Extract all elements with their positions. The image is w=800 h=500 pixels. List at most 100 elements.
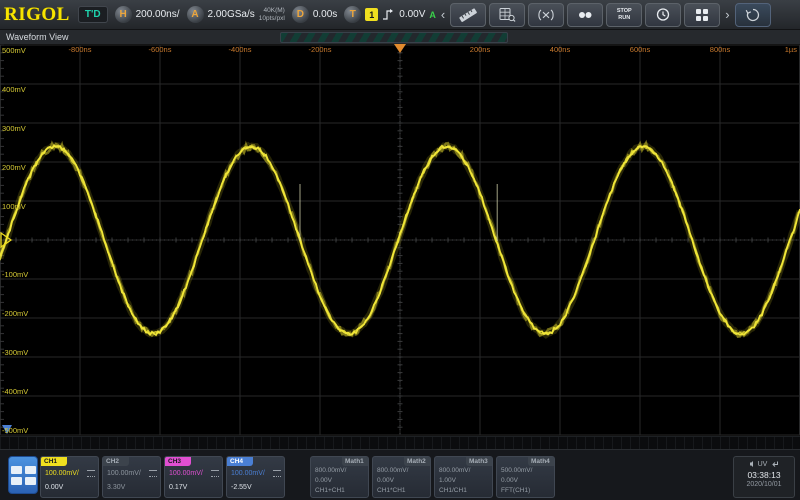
top-toolbar: RIGOL T'D H 200.00ns/ A 2.00GSa/s 40K(M)… <box>0 0 800 30</box>
xy-display-button[interactable] <box>528 3 564 27</box>
math3-tab: Math3 <box>466 457 492 466</box>
time-axis-label: 400ns <box>550 45 570 54</box>
bottom-status-bar: CH1 100.00mV/ 0.00V CH2 100.00mV/ 3.30V … <box>0 449 800 500</box>
time-axis-label: 200ns <box>470 45 490 54</box>
channel1-status-box[interactable]: CH1 100.00mV/ 0.00V <box>40 456 99 498</box>
time-axis-label: 800ns <box>710 45 730 54</box>
math2-scale: 800.00mV/ <box>377 467 408 474</box>
math3-status-box[interactable]: Math3 800.00mV/ 1.00V CH1/CH1 <box>434 456 493 498</box>
stop-run-label: STOPRUN <box>617 8 632 22</box>
volt-axis-label: -200mV <box>2 309 28 318</box>
channel1-tab: CH1 <box>41 457 67 466</box>
time-axis-label: -200ns <box>309 45 332 54</box>
channel2-status-box[interactable]: CH2 100.00mV/ 3.30V <box>102 456 161 498</box>
time-axis-label: -800ns <box>69 45 92 54</box>
measure-button[interactable] <box>450 3 486 27</box>
history-button[interactable] <box>645 3 681 27</box>
toolbar-scroll-left[interactable]: ‹ <box>439 8 447 21</box>
math1-tab: Math1 <box>342 457 368 466</box>
math3-offset: 1.00V <box>439 477 456 484</box>
trigger-level-value: 0.00V <box>399 9 425 20</box>
delay-value: 0.00s <box>313 9 337 20</box>
graticule-canvas <box>0 44 800 436</box>
volt-axis-label: -500mV <box>2 426 28 435</box>
acquisition-settings-button[interactable]: A 2.00GSa/s 40K(M)10pts/pxl <box>187 6 285 23</box>
math4-tab: Math4 <box>528 457 554 466</box>
channel3-tab: CH3 <box>165 457 191 466</box>
timebase-activity-strip <box>0 436 800 450</box>
volt-axis-label: -300mV <box>2 348 28 357</box>
channel4-status-box[interactable]: CH4 100.00mV/ -2.55V <box>226 456 285 498</box>
volume-icon <box>749 460 754 468</box>
xy-display-icon <box>536 8 556 22</box>
datetime-notification-box[interactable]: UV 03:38:13 2020/10/01 <box>733 456 795 498</box>
dual-trace-button[interactable] <box>567 3 603 27</box>
window-layout-button[interactable] <box>8 456 38 494</box>
measure-icon <box>458 8 478 22</box>
channel3-scale: 100.00mV/ <box>169 470 203 477</box>
sample-rate-value: 2.00GSa/s <box>208 9 255 20</box>
channel4-scale: 100.00mV/ <box>231 470 265 477</box>
math4-operation: FFT(CH1) <box>501 487 530 494</box>
clock-date: 2020/10/01 <box>734 481 794 488</box>
time-axis-label: 600ns <box>630 45 650 54</box>
channel3-status-box[interactable]: CH3 100.00mV/ 0.17V <box>164 456 223 498</box>
volt-axis-label: 100mV <box>2 202 26 211</box>
time-axis-label: -600ns <box>149 45 172 54</box>
timebase-value: 200.00ns/ <box>136 9 180 20</box>
time-axis-label: 1µs <box>785 45 797 54</box>
trigger-settings-button[interactable]: T 1 0.00V A <box>344 6 436 23</box>
math1-operation: CH1+CH1 <box>315 487 345 494</box>
delay-knob-icon: D <box>292 6 309 23</box>
delay-settings-button[interactable]: D 0.00s <box>292 6 337 23</box>
dual-trace-icon <box>575 8 595 22</box>
channel1-scale: 100.00mV/ <box>45 470 79 477</box>
waveform-display-area[interactable]: -800ns -600ns -400ns -200ns 200ns 400ns 600ns 8… <box>0 44 800 436</box>
uv-indicator: UV <box>758 461 768 468</box>
toolbar-scroll-right[interactable]: › <box>723 8 731 21</box>
memory-depth-value: 40K(M)10pts/pxl <box>259 7 285 23</box>
volt-axis-label: 300mV <box>2 124 26 133</box>
coupling-icon <box>87 470 95 477</box>
tab-waveform-view[interactable]: Waveform View <box>6 32 69 42</box>
memory-position-indicator[interactable] <box>280 32 508 43</box>
math4-scale: 500.00mV/ <box>501 467 532 474</box>
channel4-tab: CH4 <box>227 457 253 466</box>
channel1-offset: 0.00V <box>45 484 63 491</box>
channel2-tab: CH2 <box>103 457 129 466</box>
horizontal-settings-button[interactable]: H 200.00ns/ <box>115 6 180 23</box>
coupling-icon <box>149 470 157 477</box>
math2-operation: CH1*CH1 <box>377 487 406 494</box>
math1-status-box[interactable]: Math1 800.00mV/ 0.00V CH1+CH1 <box>310 456 369 498</box>
time-axis-label: -400ns <box>229 45 252 54</box>
trigger-source-badge: 1 <box>365 8 378 21</box>
math2-tab: Math2 <box>404 457 430 466</box>
coupling-icon <box>211 470 219 477</box>
trigger-sweep-badge: A <box>429 10 436 20</box>
apps-menu-button[interactable] <box>684 3 720 27</box>
math3-scale: 800.00mV/ <box>439 467 470 474</box>
math2-status-box[interactable]: Math2 800.00mV/ 0.00V CH1*CH1 <box>372 456 431 498</box>
math4-offset: 0.00V <box>501 477 518 484</box>
back-icon <box>771 460 779 468</box>
touch-gesture-button[interactable] <box>735 3 771 27</box>
volt-axis-label: 500mV <box>2 46 26 55</box>
storage-button[interactable] <box>489 3 525 27</box>
trigger-status-badge: T'D <box>78 6 108 23</box>
volt-axis-label: 400mV <box>2 85 26 94</box>
math3-operation: CH1/CH1 <box>439 487 467 494</box>
math4-status-box[interactable]: Math4 500.00mV/ 0.00V FFT(CH1) <box>496 456 555 498</box>
window-layout-icon <box>11 466 22 474</box>
volt-axis-label: -100mV <box>2 270 28 279</box>
touch-rotate-icon <box>744 7 762 23</box>
view-tab-strip: Waveform View <box>0 30 800 45</box>
volt-axis-label: -400mV <box>2 387 28 396</box>
trigger-knob-icon: T <box>344 6 361 23</box>
coupling-icon <box>273 470 281 477</box>
stop-run-button[interactable]: STOPRUN <box>606 3 642 27</box>
math1-scale: 800.00mV/ <box>315 467 346 474</box>
acquire-knob-icon: A <box>187 6 204 23</box>
math2-offset: 0.00V <box>377 477 394 484</box>
trigger-position-marker[interactable] <box>394 44 406 53</box>
channel2-offset: 3.30V <box>107 484 125 491</box>
